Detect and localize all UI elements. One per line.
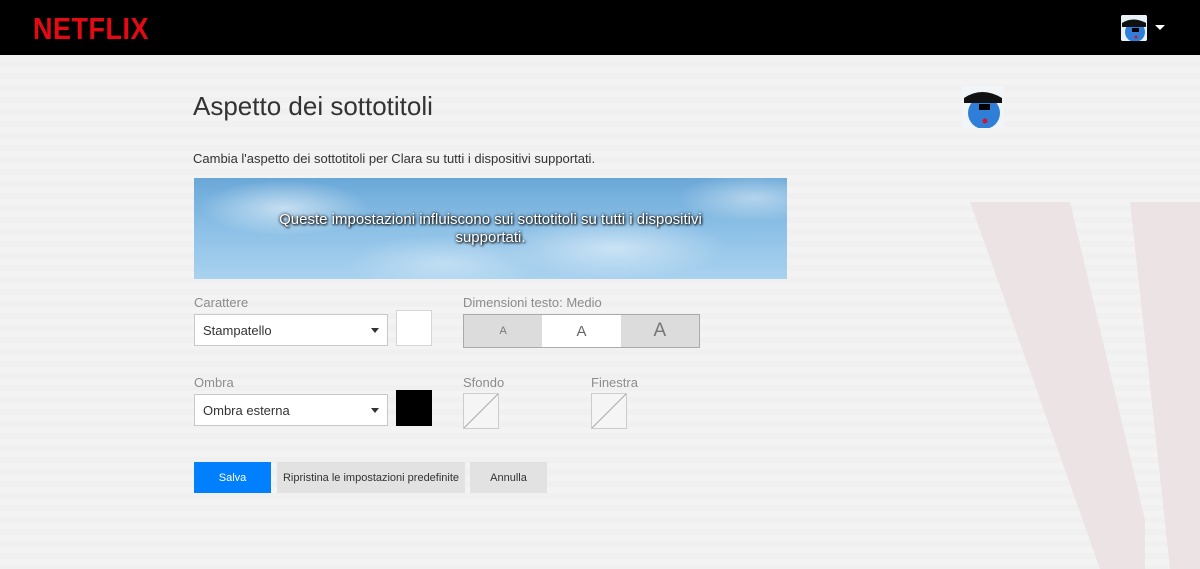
window-color-swatch[interactable] — [591, 393, 627, 429]
profile-avatar-icon[interactable] — [1121, 15, 1147, 41]
text-size-large-button[interactable]: A — [620, 315, 699, 347]
subtitle-preview-text: Queste impostazioni influiscono sui sott… — [279, 210, 702, 246]
profile-avatar-icon — [962, 86, 1004, 128]
page-description: Cambia l'aspetto dei sottotitoli per Cla… — [193, 151, 596, 166]
font-select[interactable]: Stampatello — [194, 314, 388, 346]
text-size-small-button[interactable]: A — [464, 315, 543, 347]
shadow-select-value: Ombra esterna — [203, 403, 290, 418]
background-color-swatch[interactable] — [463, 393, 499, 429]
cancel-button[interactable]: Annulla — [470, 462, 547, 493]
netflix-logo[interactable]: NETFLIX — [33, 12, 149, 47]
text-size-label: Dimensioni testo: Medio — [463, 295, 602, 310]
save-button[interactable]: Salva — [194, 462, 271, 493]
no-color-icon — [463, 393, 499, 429]
text-size-medium-button[interactable]: A — [542, 315, 621, 347]
font-select-value: Stampatello — [203, 323, 272, 338]
caret-down-icon[interactable] — [1155, 25, 1165, 30]
dropdown-arrow-icon — [371, 408, 379, 413]
text-size-selector: A A A — [463, 314, 700, 348]
page-title: Aspetto dei sottotitoli — [193, 91, 433, 121]
dropdown-arrow-icon — [371, 328, 379, 333]
top-navigation-bar: NETFLIX — [0, 0, 1200, 55]
font-label: Carattere — [194, 295, 249, 310]
shadow-color-swatch[interactable] — [396, 390, 432, 426]
background-label: Sfondo — [463, 375, 505, 390]
subtitle-preview: Queste impostazioni influiscono sui sott… — [194, 178, 787, 279]
window-label: Finestra — [591, 375, 638, 390]
no-color-icon — [591, 393, 627, 429]
reset-defaults-button[interactable]: Ripristina le impostazioni predefinite — [277, 462, 465, 493]
font-color-swatch[interactable] — [396, 310, 432, 346]
main-content: Aspetto dei sottotitoli Cambia l'aspetto… — [0, 0, 1200, 569]
shadow-label: Ombra — [194, 375, 234, 390]
shadow-select[interactable]: Ombra esterna — [194, 394, 388, 426]
